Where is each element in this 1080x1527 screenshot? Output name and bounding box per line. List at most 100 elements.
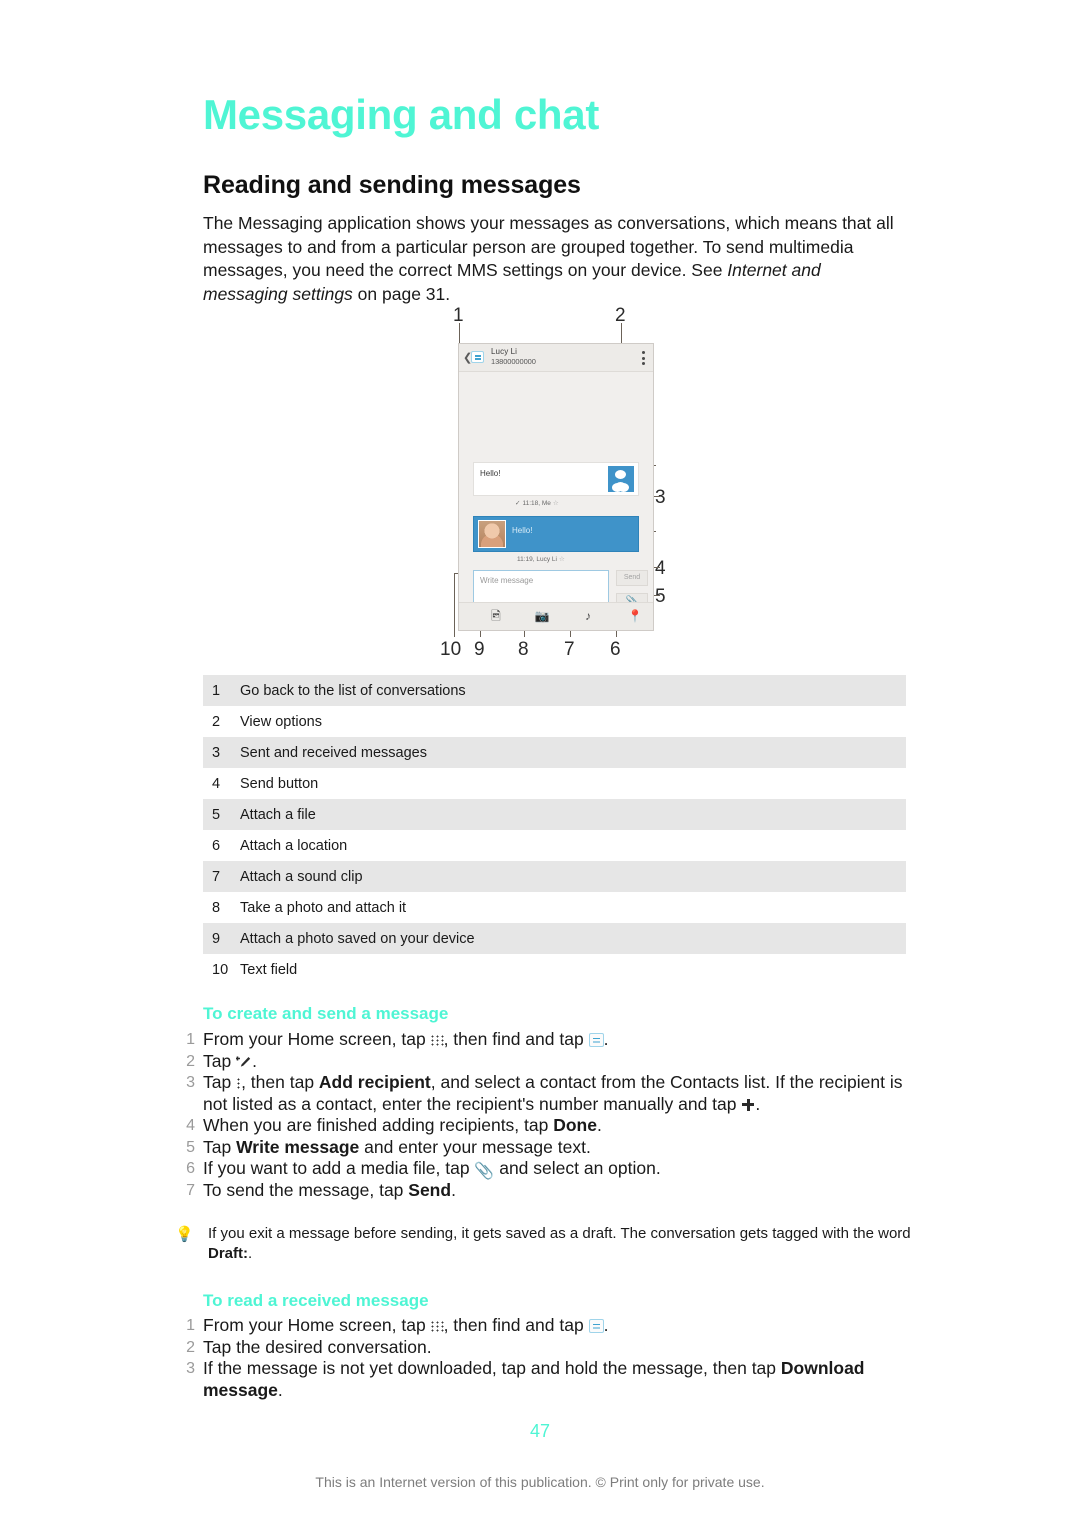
- step-text-b: .: [596, 1115, 602, 1135]
- step-number: 3: [186, 1360, 195, 1377]
- list-item: 6 If you want to add a media file, tap 📎 …: [175, 1158, 915, 1180]
- page-number: 47: [529, 1421, 551, 1441]
- lightbulb-icon: 💡: [175, 1226, 194, 1243]
- legend-number: 7: [212, 869, 221, 885]
- step-number: 1: [186, 1031, 195, 1048]
- back-icon[interactable]: ❮: [463, 353, 472, 364]
- legend-number: 4: [212, 776, 221, 792]
- callout-3: 3: [655, 487, 666, 508]
- tip-text: If you exit a message before sending, it…: [208, 1224, 915, 1264]
- sound-clip-icon[interactable]: ♪: [579, 609, 597, 623]
- plus-icon: [741, 1098, 755, 1112]
- more-options-icon: [236, 1076, 242, 1090]
- intro-text-b: on page 31.: [352, 283, 451, 304]
- table-row: 9 Attach a photo saved on your device: [203, 923, 906, 954]
- procedure-heading-read: To read a received message: [203, 1291, 429, 1310]
- legend-text: Attach a location: [240, 838, 348, 854]
- legend-text: Send button: [240, 776, 319, 792]
- step-number: 2: [186, 1338, 195, 1356]
- new-message-icon: [236, 1054, 252, 1069]
- star-icon-received[interactable]: ☆: [559, 556, 565, 563]
- legend-text: Attach a photo saved on your device: [240, 931, 475, 947]
- step-number: 7: [186, 1182, 195, 1199]
- legend-number: 1: [212, 683, 221, 699]
- leader-line-10-vert: [454, 573, 455, 637]
- step-number: 6: [186, 1160, 195, 1177]
- check-icon: ✓: [515, 500, 521, 507]
- legend-number: 3: [212, 745, 221, 761]
- step-text-c: .: [603, 1315, 609, 1335]
- table-row: 1 Go back to the list of conversations: [203, 675, 906, 706]
- list-item: 1 From your Home screen, tap , then find …: [175, 1315, 915, 1337]
- messaging-app-icon: [471, 351, 484, 363]
- table-row: 8 Take a photo and attach it: [203, 892, 906, 923]
- legend-text: Text field: [240, 962, 298, 978]
- legend-number: 8: [212, 900, 221, 916]
- send-button[interactable]: Send: [616, 570, 648, 586]
- legend-text: View options: [240, 714, 322, 730]
- sent-message-bubble: Hello!: [473, 462, 639, 496]
- step-bold-add-recipient: Add recipient: [318, 1072, 431, 1092]
- step-text-a: Tap: [203, 1050, 237, 1071]
- list-item: 1 From your Home screen, tap , then find …: [175, 1029, 915, 1051]
- apps-grid-icon: [430, 1319, 444, 1332]
- table-row: 3 Sent and received messages: [203, 737, 906, 768]
- step-text-a: If you want to add a media file, tap: [203, 1158, 475, 1178]
- callout-8: 8: [518, 639, 529, 660]
- step-text-a: From your Home screen, tap: [203, 1029, 431, 1049]
- table-row: 6 Attach a location: [203, 830, 906, 861]
- page-title: Messaging and chat: [203, 91, 600, 138]
- procedure-steps-read: 1 From your Home screen, tap , then find …: [175, 1315, 915, 1401]
- tip-bold-draft: Draft:: [208, 1245, 248, 1262]
- manual-page: Messaging and chat Reading and sending m…: [0, 0, 1080, 1527]
- legend-text: Take a photo and attach it: [240, 900, 407, 916]
- procedure-steps-create: 1 From your Home screen, tap , then find …: [175, 1029, 915, 1202]
- step-text-b: and enter your message text.: [359, 1136, 591, 1157]
- legend-text: Attach a file: [240, 807, 316, 823]
- list-item: 3 If the message is not yet downloaded, t…: [175, 1358, 915, 1401]
- step-bold-write-message: Write message: [236, 1136, 360, 1157]
- contact-avatar-icon: [608, 466, 634, 492]
- conversation-header: ❮ Lucy Li 13800000000: [459, 344, 653, 372]
- section-heading: Reading and sending messages: [203, 171, 581, 199]
- step-text-b: , then find and tap: [443, 1029, 589, 1049]
- legend-number: 5: [212, 807, 221, 823]
- received-message-meta: 11:19, Lucy Li ☆: [517, 555, 565, 563]
- view-options-icon[interactable]: [642, 351, 645, 365]
- step-text-a: From your Home screen, tap: [203, 1315, 431, 1335]
- step-text-a: If the message is not yet downloaded, ta…: [203, 1358, 781, 1378]
- sent-message-text: Hello!: [480, 469, 501, 478]
- gallery-photo-icon[interactable]: 🖻: [487, 609, 505, 623]
- leader-line-1: [459, 323, 460, 345]
- figure-legend-table: 1 Go back to the list of conversations 2…: [203, 675, 906, 985]
- step-text: Tap the desired conversation.: [203, 1336, 432, 1357]
- tip-text-a: If you exit a message before sending, it…: [208, 1225, 911, 1242]
- messaging-app-icon: [588, 1319, 604, 1333]
- received-timestamp: 11:19, Lucy Li: [517, 556, 557, 563]
- list-item: 5 Tap Write message and enter your messag…: [175, 1137, 915, 1159]
- table-row: 7 Attach a sound clip: [203, 861, 906, 892]
- contact-name: Lucy Li: [491, 347, 518, 356]
- table-row: 2 View options: [203, 706, 906, 737]
- message-photo-attachment: [478, 520, 506, 548]
- table-row: 5 Attach a file: [203, 799, 906, 830]
- list-item: 7 To send the message, tap Send.: [175, 1180, 915, 1202]
- location-icon[interactable]: 📍: [626, 609, 644, 623]
- legend-number: 2: [212, 714, 221, 730]
- table-row: 10 Text field: [203, 954, 906, 985]
- footer-notice: This is an Internet version of this publ…: [315, 1474, 765, 1490]
- step-text-a: To send the message, tap: [203, 1180, 409, 1200]
- star-icon[interactable]: ☆: [553, 500, 559, 507]
- legend-text: Sent and received messages: [240, 745, 427, 761]
- step-text-b: and select an option.: [494, 1158, 661, 1178]
- step-text-a: Tap: [203, 1136, 237, 1157]
- step-text-b: .: [451, 1180, 456, 1200]
- step-text-c: .: [252, 1050, 257, 1071]
- camera-icon[interactable]: 📷: [533, 609, 551, 623]
- list-item: 2 Tap .: [175, 1051, 915, 1073]
- tip-text-b: .: [248, 1245, 253, 1262]
- step-bold-send: Send: [408, 1180, 452, 1200]
- paperclip-icon: 📎: [474, 1163, 495, 1180]
- messaging-app-icon: [588, 1033, 604, 1047]
- write-message-placeholder: Write message: [480, 576, 534, 585]
